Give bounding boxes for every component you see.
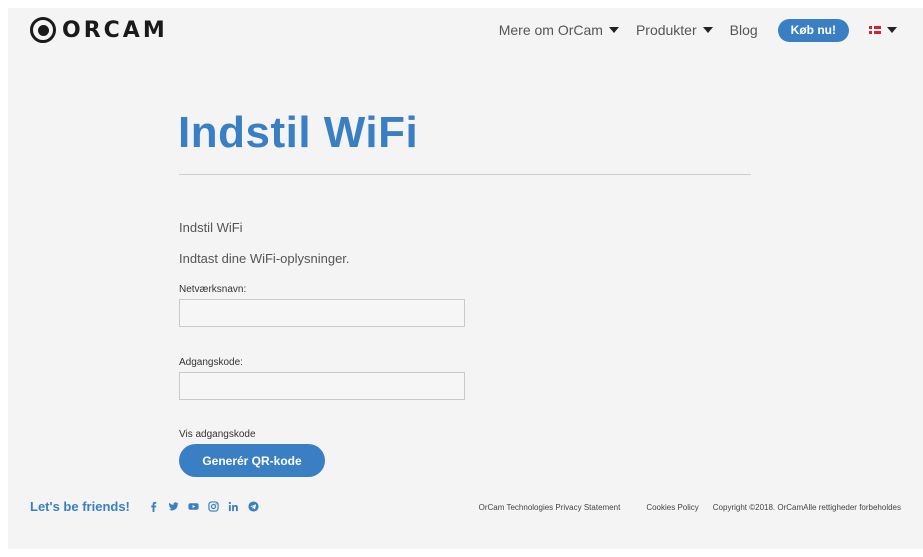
show-password-toggle[interactable]: Vis adgangskode bbox=[179, 429, 256, 440]
section-subheading: Indstil WiFi bbox=[179, 220, 243, 235]
instagram-icon[interactable] bbox=[207, 500, 219, 512]
social-links bbox=[147, 500, 267, 512]
buy-now-button[interactable]: Køb nu! bbox=[777, 18, 849, 42]
intro-text: Indtast dine WiFi-oplysninger. bbox=[179, 251, 350, 266]
youtube-icon[interactable] bbox=[187, 500, 199, 512]
linkedin-icon[interactable] bbox=[227, 500, 239, 512]
generate-qr-button[interactable]: Generér QR-kode bbox=[179, 444, 325, 477]
nav-item-label: Mere om OrCam bbox=[498, 22, 603, 38]
nav-item-mere-om-orcam[interactable]: Mere om OrCam bbox=[499, 22, 619, 38]
facebook-icon[interactable] bbox=[147, 500, 159, 512]
telegram-icon[interactable] bbox=[247, 500, 259, 512]
page-title: Indstil WiFi bbox=[178, 108, 419, 157]
nav-item-label: Produkter bbox=[635, 22, 697, 38]
orcam-logo-icon bbox=[30, 17, 56, 43]
orcam-logo[interactable]: ORCAM bbox=[30, 16, 168, 44]
page: ORCAM Mere om OrCam Produkter Blog Køb n… bbox=[8, 8, 923, 549]
password-label: Adgangskode: bbox=[179, 357, 243, 368]
danish-flag-icon bbox=[869, 26, 881, 34]
nav-item-blog[interactable]: Blog bbox=[730, 22, 758, 38]
footer-links: OrCam Technologies Privacy Statement Coo… bbox=[453, 503, 901, 512]
caret-down-icon bbox=[608, 27, 619, 33]
nav-item-label: Blog bbox=[729, 22, 758, 38]
logo-text: ORCAM bbox=[62, 17, 168, 43]
language-selector[interactable] bbox=[869, 26, 897, 34]
copyright-text: Copyright ©2018. OrCamAlle rettigheder f… bbox=[712, 503, 901, 512]
caret-down-icon bbox=[702, 27, 713, 33]
nav-item-produkter[interactable]: Produkter bbox=[636, 22, 713, 38]
site-header: ORCAM Mere om OrCam Produkter Blog Køb n… bbox=[8, 8, 923, 52]
main-nav: Mere om OrCam Produkter Blog Køb nu! bbox=[482, 18, 897, 42]
caret-down-icon bbox=[887, 27, 897, 33]
lets-be-friends-label: Let's be friends! bbox=[30, 499, 130, 514]
network-name-input[interactable] bbox=[179, 299, 465, 327]
network-name-label: Netværksnavn: bbox=[179, 284, 247, 295]
title-divider bbox=[179, 174, 751, 175]
privacy-statement-link[interactable]: OrCam Technologies Privacy Statement bbox=[479, 503, 621, 512]
twitter-icon[interactable] bbox=[167, 500, 179, 512]
cookies-policy-link[interactable]: Cookies Policy bbox=[646, 503, 698, 512]
password-input[interactable] bbox=[179, 372, 465, 400]
